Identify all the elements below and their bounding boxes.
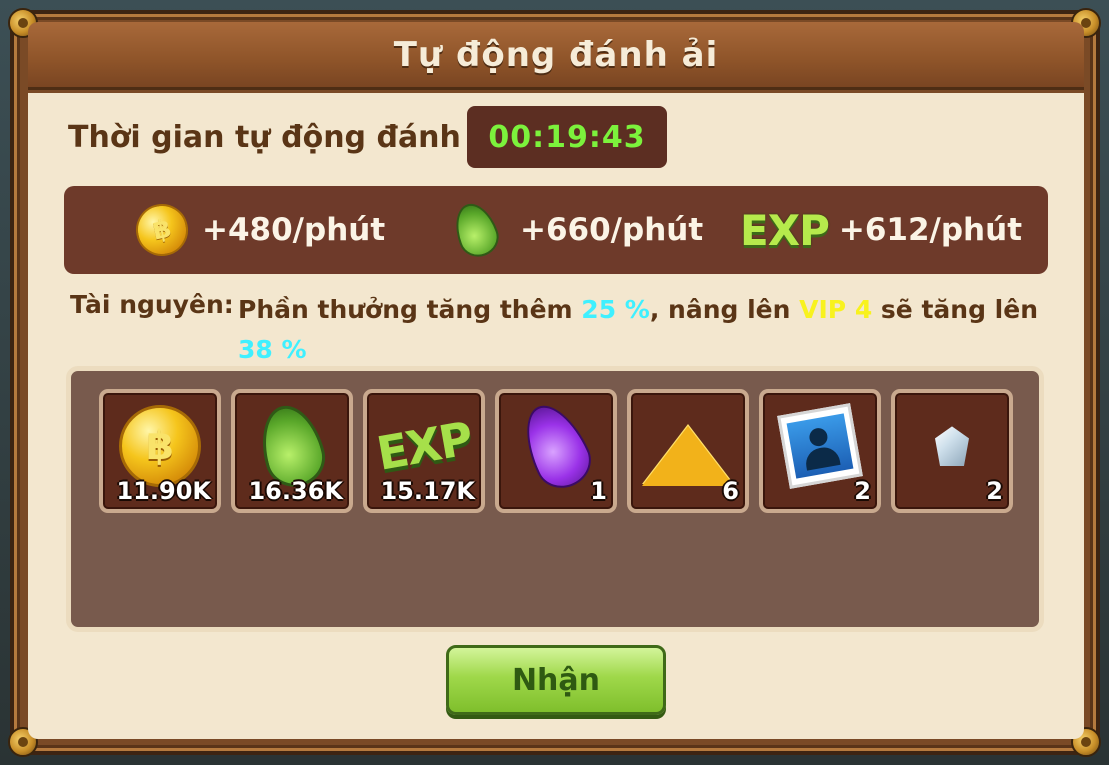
timer-value: 00:19:43 — [488, 119, 646, 155]
reward-slot[interactable]: ฿ 11.90K — [99, 389, 221, 513]
reward-slot[interactable]: 2 — [759, 389, 881, 513]
claim-button[interactable]: Nhận — [446, 645, 666, 715]
bonus-info-suffix: sẽ tăng lên — [872, 295, 1039, 324]
bonus-current: 25 % — [581, 295, 650, 324]
rate-gold: ฿ +480/phút — [131, 186, 386, 274]
bonus-next: 38 % — [238, 335, 307, 364]
exp-icon: EXP — [740, 205, 830, 255]
coin-icon: ฿ — [119, 405, 201, 488]
coin-icon: ฿ — [131, 199, 193, 261]
reward-count: 1 — [590, 477, 607, 505]
resources-label: Tài nguyên: — [70, 290, 234, 319]
reward-slot[interactable]: 6 — [627, 389, 749, 513]
game-screen: Tự động đánh ải Thời gian tự động đánh ả… — [0, 0, 1109, 765]
reward-slot[interactable]: 1 — [495, 389, 617, 513]
reward-count: 6 — [722, 477, 739, 505]
reward-slot[interactable]: EXP 15.17K — [363, 389, 485, 513]
crystal-icon — [935, 426, 969, 467]
reward-panel: ฿ 11.90K 16.36K EXP 15.17K 1 6 2 2 — [66, 366, 1044, 632]
claim-button-label: Nhận — [511, 662, 601, 698]
bonus-info-prefix: Phần thưởng tăng thêm — [238, 295, 582, 324]
reward-count: 11.90K — [116, 477, 211, 505]
gold-sand-icon — [642, 425, 734, 486]
reward-count: 2 — [854, 477, 871, 505]
reward-count: 16.36K — [248, 477, 343, 505]
rate-exp: EXP +612/phút — [740, 186, 1022, 274]
leaf-icon — [447, 197, 505, 263]
bonus-info-middle: , nâng lên — [649, 295, 800, 324]
timer-box: 00:19:43 — [467, 106, 667, 168]
portrait-card-icon — [777, 403, 863, 490]
rate-bar: ฿ +480/phút +660/phút EXP +612/phút — [64, 186, 1048, 274]
rate-leaf: +660/phút — [447, 186, 704, 274]
reward-slot[interactable]: 16.36K — [231, 389, 353, 513]
rate-text: +480/phút — [202, 212, 386, 248]
vip-level: VIP 4 — [799, 295, 873, 324]
reward-count: 2 — [986, 477, 1003, 505]
reward-slot[interactable]: 2 — [891, 389, 1013, 513]
dialog-header: Tự động đánh ải — [28, 22, 1084, 90]
bonus-info: Phần thưởng tăng thêm 25 %, nâng lên VIP… — [238, 290, 1038, 370]
dialog-title: Tự động đánh ải — [393, 34, 719, 75]
purple-leaf-icon — [512, 395, 600, 498]
exp-icon: EXP — [372, 411, 476, 482]
rate-text: +612/phút — [838, 212, 1023, 248]
timer-label: Thời gian tự động đánh ải — [68, 120, 502, 155]
rate-text: +660/phút — [520, 212, 704, 248]
reward-count: 15.17K — [380, 477, 475, 505]
